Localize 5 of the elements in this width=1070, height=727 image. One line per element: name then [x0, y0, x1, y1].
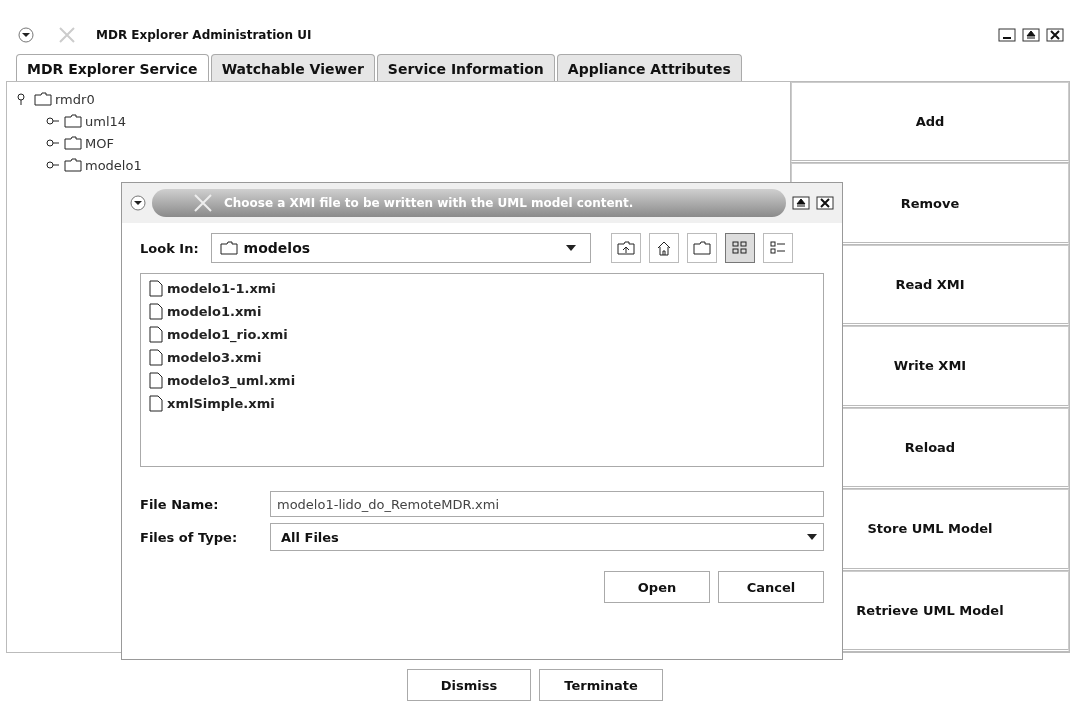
file-name-label: File Name: — [140, 496, 220, 512]
dialog-title: Choose a XMI file to be written with the UML model content. — [224, 196, 634, 210]
look-in-label: Look In: — [140, 240, 199, 256]
window-title: MDR Explorer Administration UI — [96, 28, 312, 42]
file-type-label: Files of Type: — [140, 529, 239, 545]
